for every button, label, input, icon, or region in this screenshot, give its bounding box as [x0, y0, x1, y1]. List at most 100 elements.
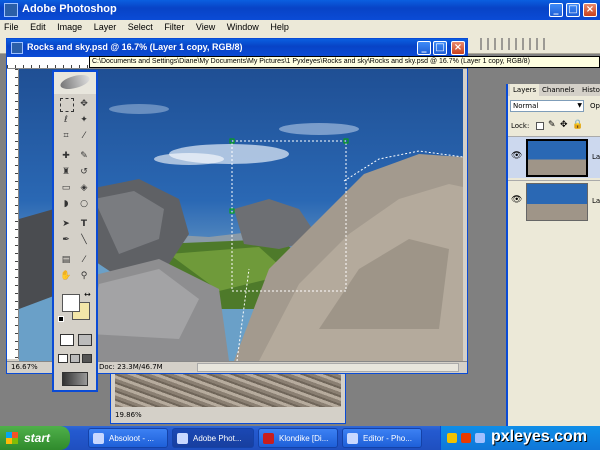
tab-channels[interactable]: Channels: [542, 84, 574, 96]
horizontal-scrollbar[interactable]: [197, 363, 459, 372]
align-icons[interactable]: [480, 38, 550, 50]
menu-bar: File Edit Image Layer Select Filter View…: [0, 20, 600, 34]
crop-tool-icon[interactable]: ⌗: [60, 130, 72, 142]
tab-layers[interactable]: Layers: [510, 84, 540, 96]
taskbar-item-photoshop[interactable]: Adobe Phot...: [172, 428, 254, 448]
blend-mode-select[interactable]: Normal ▼: [510, 100, 584, 112]
doc-size: Doc: 23.3M/46.7M: [99, 363, 163, 371]
document-window-secondary[interactable]: 19.86%: [110, 370, 346, 424]
menu-file[interactable]: File: [4, 22, 19, 32]
layer-thumbnail: [526, 139, 588, 177]
eye-icon[interactable]: 👁: [511, 195, 522, 205]
pen-tool-icon[interactable]: ✒: [60, 234, 72, 246]
taskbar-item-editor[interactable]: Editor - Pho...: [342, 428, 422, 448]
marquee-tool-icon[interactable]: [60, 98, 74, 112]
zoom-level[interactable]: 16.67%: [11, 363, 38, 371]
magic-wand-icon[interactable]: ✦: [78, 114, 90, 126]
chevron-down-icon: ▼: [577, 102, 582, 109]
menu-view[interactable]: View: [196, 22, 215, 32]
menu-help[interactable]: Help: [270, 22, 289, 32]
hand-tool-icon[interactable]: ✋: [60, 270, 72, 282]
clone-stamp-icon[interactable]: ♜: [60, 166, 72, 178]
photoshop-logo-icon: [4, 3, 18, 17]
document-titlebar[interactable]: Rocks and sky.psd @ 16.7% (Layer 1 copy,…: [7, 39, 467, 57]
solitaire-icon: [263, 433, 274, 444]
tray-icon[interactable]: [475, 433, 485, 443]
lock-position-icon[interactable]: ✥: [560, 120, 568, 130]
type-tool-icon[interactable]: T: [78, 218, 90, 230]
path-selection-icon[interactable]: ➤: [60, 218, 72, 230]
standard-mode-icon[interactable]: [60, 334, 74, 346]
document-title: Rocks and sky.psd @ 16.7% (Layer 1 copy,…: [27, 42, 243, 52]
pxleyes-watermark: pxleyes.com: [491, 428, 588, 445]
doc-maximize-button[interactable]: □: [433, 41, 447, 55]
zoom-tool-icon[interactable]: ⚲: [78, 270, 90, 282]
layer-name: Lay: [592, 197, 600, 205]
jump-to-imageready-icon[interactable]: [62, 372, 88, 386]
move-tool-icon[interactable]: ✥: [78, 98, 90, 110]
browser-icon: [347, 433, 358, 444]
line-tool-icon[interactable]: ╲: [78, 234, 90, 246]
path-tooltip-text: C:\Documents and Settings\Diane\My Docum…: [92, 58, 530, 65]
eye-icon[interactable]: 👁: [511, 151, 522, 161]
app-maximize-button[interactable]: □: [566, 3, 580, 17]
blur-tool-icon[interactable]: ◗: [60, 198, 72, 210]
lasso-tool-icon[interactable]: ℓ: [60, 114, 72, 126]
tray-icon[interactable]: [461, 433, 471, 443]
paint-bucket-icon[interactable]: ◈: [78, 182, 90, 194]
dodge-tool-icon[interactable]: ○: [78, 198, 90, 210]
start-button[interactable]: start: [0, 426, 70, 450]
app-titlebar[interactable]: Adobe Photoshop _ □ ×: [0, 0, 600, 20]
system-tray: pxleyes.com: [440, 426, 600, 450]
default-colors-icon[interactable]: [58, 316, 64, 322]
healing-brush-icon[interactable]: ✚: [60, 150, 72, 162]
app-close-button[interactable]: ×: [583, 3, 597, 17]
lock-all-icon[interactable]: 🔒: [572, 120, 583, 130]
blend-mode-value: Normal: [513, 102, 539, 110]
swap-colors-icon[interactable]: ↔: [84, 290, 91, 299]
path-tooltip: C:\Documents and Settings\Diane\My Docum…: [89, 56, 600, 68]
layer-thumbnail: [526, 183, 588, 221]
photoshop-icon: [177, 433, 188, 444]
app-title: Adobe Photoshop: [22, 3, 117, 15]
layer-name: La: [592, 153, 600, 161]
panel-tabs: Layers Channels Histo: [508, 84, 600, 96]
menu-image[interactable]: Image: [57, 22, 82, 32]
eraser-tool-icon[interactable]: ▭: [60, 182, 72, 194]
layers-panel: Layers Channels Histo Normal ▼ Op Lock: …: [506, 84, 600, 426]
menu-layer[interactable]: Layer: [94, 22, 117, 32]
app-minimize-button[interactable]: _: [549, 3, 563, 17]
screen-mode-full-menu-icon[interactable]: [70, 354, 80, 363]
quick-mask-icon[interactable]: [78, 334, 92, 346]
menu-edit[interactable]: Edit: [30, 22, 46, 32]
feather-icon: [58, 72, 92, 92]
slice-tool-icon[interactable]: ⁄: [78, 130, 90, 142]
lock-image-icon[interactable]: ✎: [548, 120, 556, 130]
doc-minimize-button[interactable]: _: [417, 41, 431, 55]
layer-row[interactable]: 👁 La: [508, 136, 600, 178]
screen-mode-standard-icon[interactable]: [58, 354, 68, 363]
secondary-zoom[interactable]: 19.86%: [115, 411, 142, 419]
ruler-left[interactable]: [7, 69, 19, 359]
history-brush-icon[interactable]: ↺: [78, 166, 90, 178]
layer-row[interactable]: 👁 Lay: [508, 180, 600, 222]
menu-select[interactable]: Select: [128, 22, 153, 32]
foreground-color-swatch[interactable]: [62, 294, 80, 312]
doc-close-button[interactable]: ×: [451, 41, 465, 55]
taskbar-item-klondike[interactable]: Klondike [Di...: [258, 428, 338, 448]
menu-window[interactable]: Window: [227, 22, 259, 32]
lock-label: Lock:: [511, 122, 530, 130]
tray-icon[interactable]: [447, 433, 457, 443]
screen-mode-full-icon[interactable]: [82, 354, 92, 363]
lock-transparency-icon[interactable]: [536, 122, 544, 130]
secondary-canvas: [115, 373, 341, 407]
brush-tool-icon[interactable]: ✎: [78, 150, 90, 162]
taskbar-item-absoloot[interactable]: Absoloot - ...: [88, 428, 168, 448]
document-icon: [11, 42, 23, 54]
windows-logo-icon: [6, 432, 18, 444]
eyedropper-icon[interactable]: ⁄: [78, 254, 90, 266]
toolbox-header[interactable]: [54, 72, 96, 94]
notes-tool-icon[interactable]: ▤: [60, 254, 72, 266]
menu-filter[interactable]: Filter: [164, 22, 184, 32]
tab-histogram[interactable]: Histo: [582, 84, 600, 96]
